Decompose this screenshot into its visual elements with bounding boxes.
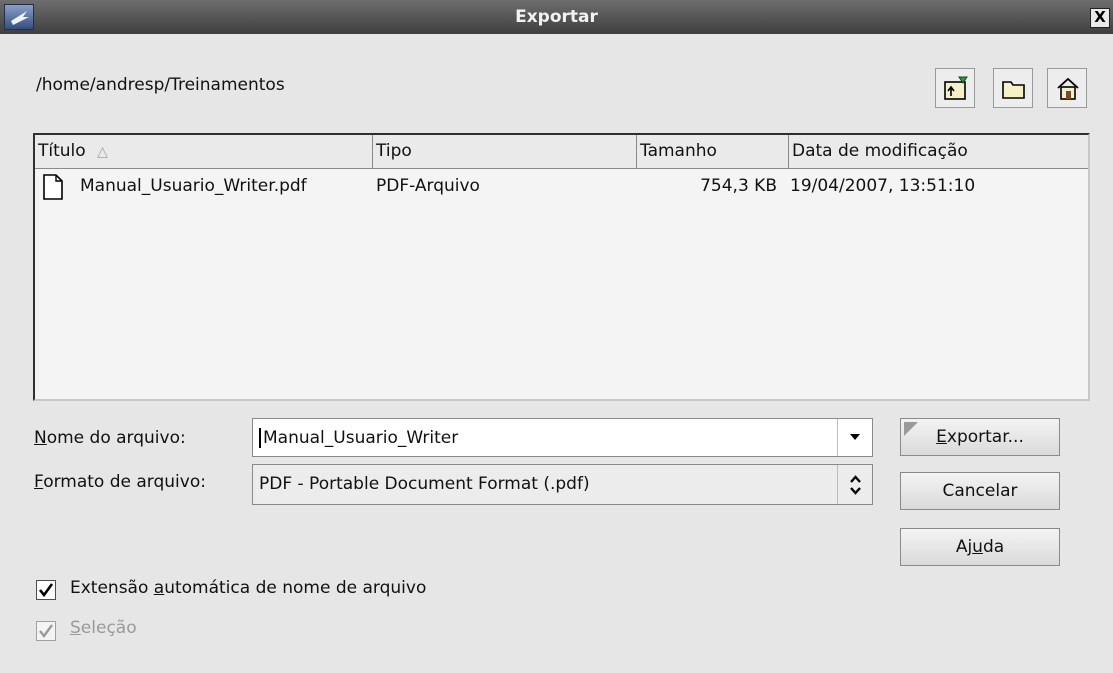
auto-extension-label: Extensão automática de nome de arquivo bbox=[70, 578, 427, 598]
help-button[interactable]: Ajuda bbox=[900, 528, 1060, 566]
checkmark-icon bbox=[38, 583, 54, 598]
document-icon bbox=[43, 174, 63, 200]
auto-extension-checkbox[interactable] bbox=[36, 580, 56, 600]
folder-up-button[interactable] bbox=[935, 68, 975, 108]
file-list[interactable]: Título △ Tipo Tamanho Data de modificaçã… bbox=[33, 133, 1090, 401]
export-button[interactable]: Exportar... bbox=[900, 418, 1060, 456]
file-modified: 19/04/2007, 13:51:10 bbox=[790, 176, 976, 196]
format-label: Formato de arquivo: bbox=[34, 472, 206, 492]
folder-up-icon bbox=[944, 76, 968, 100]
column-header-modified[interactable]: Data de modificação bbox=[789, 135, 1088, 168]
format-value: PDF - Portable Document Format (.pdf) bbox=[259, 474, 590, 494]
format-spin-button[interactable] bbox=[837, 465, 872, 504]
new-folder-icon bbox=[1002, 81, 1025, 99]
filename-label: Nome do arquivo: bbox=[34, 428, 186, 448]
file-list-header: Título △ Tipo Tamanho Data de modificaçã… bbox=[35, 135, 1088, 169]
column-header-title[interactable]: Título △ bbox=[35, 135, 373, 168]
selection-label: Seleção bbox=[70, 618, 137, 638]
column-header-size[interactable]: Tamanho bbox=[637, 135, 789, 168]
column-header-type[interactable]: Tipo bbox=[373, 135, 637, 168]
close-button[interactable]: X bbox=[1090, 8, 1110, 28]
title-bar: Exportar X bbox=[0, 0, 1113, 34]
default-button-corner-icon bbox=[904, 422, 918, 436]
checkmark-icon bbox=[39, 624, 53, 638]
filename-combobox[interactable] bbox=[252, 418, 873, 457]
sort-ascending-icon: △ bbox=[97, 144, 108, 160]
window-title: Exportar bbox=[515, 7, 598, 27]
filename-dropdown-button[interactable] bbox=[837, 419, 872, 456]
new-folder-button[interactable] bbox=[993, 68, 1033, 108]
close-icon: X bbox=[1094, 8, 1106, 26]
home-button[interactable] bbox=[1047, 68, 1087, 108]
file-type: PDF-Arquivo bbox=[376, 176, 480, 196]
home-icon bbox=[1057, 77, 1079, 100]
file-size: 754,3 KB bbox=[700, 176, 777, 196]
column-title-label: Título bbox=[38, 141, 86, 161]
selection-checkbox bbox=[36, 621, 56, 641]
current-path: /home/andresp/Treinamentos bbox=[36, 75, 285, 95]
spin-arrows-icon bbox=[850, 475, 861, 495]
cancel-button[interactable]: Cancelar bbox=[900, 472, 1060, 510]
chevron-down-icon bbox=[850, 434, 860, 440]
format-select[interactable]: PDF - Portable Document Format (.pdf) bbox=[252, 464, 873, 505]
file-name: Manual_Usuario_Writer.pdf bbox=[80, 176, 307, 196]
file-row[interactable]: Manual_Usuario_Writer.pdf PDF-Arquivo 75… bbox=[35, 171, 1088, 201]
filename-input[interactable] bbox=[259, 428, 829, 448]
